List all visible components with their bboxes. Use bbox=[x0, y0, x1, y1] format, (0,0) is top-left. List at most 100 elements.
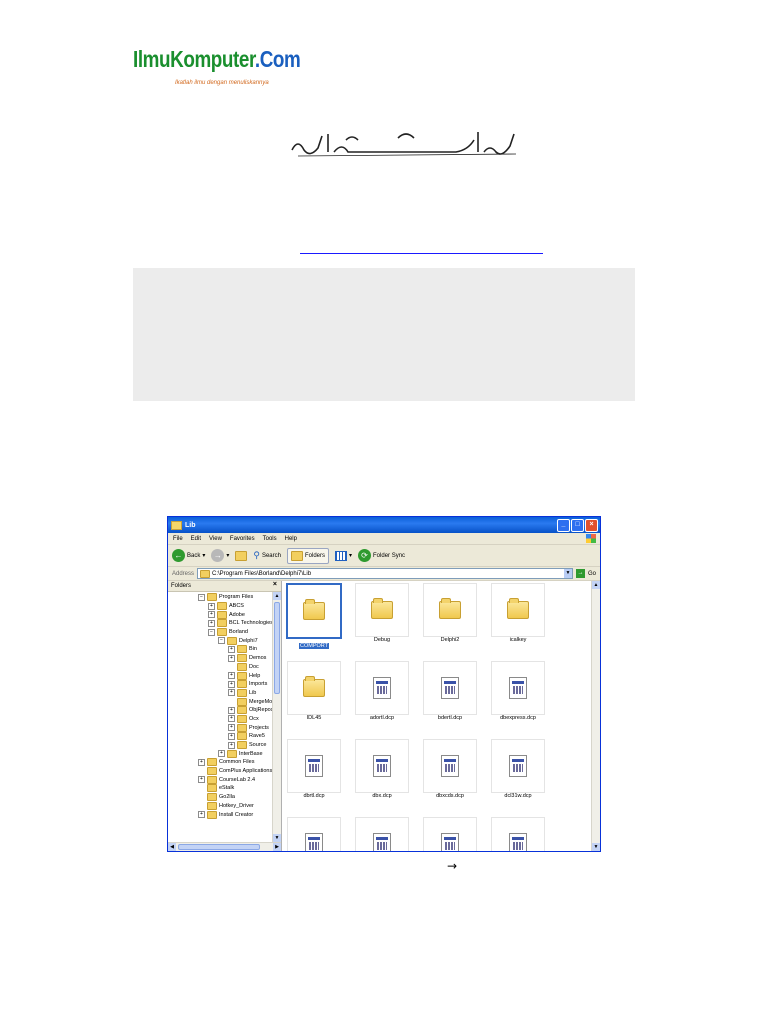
tree-item[interactable]: + BCL Technologies bbox=[168, 619, 272, 628]
tree-item[interactable]: + Bin bbox=[168, 645, 272, 654]
file-item[interactable]: dbrtl.dcp bbox=[284, 739, 344, 799]
file-item[interactable]: adortl.dcp bbox=[352, 661, 412, 721]
scroll-thumb[interactable] bbox=[178, 844, 260, 850]
tree-item[interactable]: + Ocx bbox=[168, 714, 272, 724]
expand-icon[interactable]: + bbox=[198, 811, 205, 819]
tree-item[interactable]: − Delphi7 bbox=[168, 636, 272, 645]
tree-item[interactable]: + Help bbox=[168, 671, 272, 680]
files-vertical-scrollbar[interactable]: ▲ ▼ bbox=[591, 581, 600, 851]
menu-tools[interactable]: Tools bbox=[263, 536, 277, 542]
window-titlebar[interactable]: Lib _ □ × bbox=[168, 517, 600, 533]
tree-item[interactable]: + Source bbox=[168, 741, 272, 750]
folders-button[interactable]: Folders bbox=[286, 547, 329, 564]
scroll-thumb[interactable] bbox=[274, 602, 280, 694]
tree-item[interactable]: − Borland bbox=[168, 628, 272, 637]
expand-icon[interactable]: + bbox=[228, 654, 235, 662]
tree-item[interactable]: eStalk bbox=[168, 784, 272, 793]
file-item[interactable]: dcl31w.dcp bbox=[488, 739, 548, 799]
scroll-up-icon[interactable]: ▲ bbox=[273, 592, 281, 600]
address-input[interactable]: C:\Program Files\Borland\Delphi7\Lib ▼ bbox=[197, 568, 573, 579]
folder-sync-button[interactable]: ⟳ Folder Sync bbox=[358, 549, 405, 562]
close-pane-icon[interactable]: × bbox=[273, 581, 277, 588]
tree-item[interactable]: Hotkey_Driver bbox=[168, 801, 272, 811]
folder-item[interactable]: IDL45 bbox=[284, 661, 344, 721]
scroll-down-icon[interactable]: ▼ bbox=[592, 843, 600, 851]
menu-help[interactable]: Help bbox=[285, 536, 297, 542]
tree-item[interactable]: + Common Files bbox=[168, 758, 272, 767]
file-item[interactable] bbox=[488, 817, 548, 851]
tree-item[interactable]: MergeMod bbox=[168, 697, 272, 706]
expand-icon[interactable]: + bbox=[198, 758, 205, 766]
collapse-icon[interactable]: − bbox=[208, 628, 215, 636]
up-button[interactable] bbox=[235, 550, 248, 561]
search-button[interactable]: ⚲ Search bbox=[253, 550, 281, 561]
tree-item[interactable]: Doc bbox=[168, 662, 272, 672]
expand-icon[interactable]: + bbox=[228, 689, 235, 697]
tree-item[interactable]: Go2lla bbox=[168, 793, 272, 802]
tree-item[interactable]: + Imports bbox=[168, 680, 272, 689]
tree-item[interactable]: + Rave5 bbox=[168, 732, 272, 741]
file-item[interactable] bbox=[420, 817, 480, 851]
views-button[interactable]: ▾ bbox=[335, 550, 352, 561]
expand-icon[interactable]: + bbox=[228, 715, 235, 723]
collapse-icon[interactable]: − bbox=[198, 593, 205, 601]
tree-item[interactable]: + ABCS bbox=[168, 602, 272, 611]
tree-item-label: Install Creator bbox=[219, 811, 254, 818]
tree-item[interactable]: − Program Files bbox=[168, 593, 272, 602]
tree-item[interactable]: + Adobe bbox=[168, 610, 272, 619]
expand-icon[interactable]: + bbox=[208, 602, 215, 610]
tree-item[interactable]: ComPlus Applications bbox=[168, 767, 272, 776]
tree-item[interactable]: + CourseLab 2.4 bbox=[168, 775, 272, 784]
tree-item[interactable]: + InterBase bbox=[168, 749, 272, 758]
back-button[interactable]: ← Back ▾ bbox=[172, 549, 205, 562]
expand-icon[interactable]: + bbox=[228, 672, 235, 680]
tree-item[interactable]: + Projects bbox=[168, 723, 272, 732]
folder-item[interactable]: Delphi2 bbox=[420, 583, 480, 643]
close-button[interactable]: × bbox=[585, 519, 598, 532]
file-item[interactable]: dbx.dcp bbox=[352, 739, 412, 799]
folder-item[interactable]: COMPORT bbox=[284, 583, 344, 649]
expand-icon[interactable]: + bbox=[208, 611, 215, 619]
menu-edit[interactable]: Edit bbox=[191, 536, 201, 542]
tree-item[interactable]: + Install Creator bbox=[168, 810, 272, 819]
expand-icon[interactable]: + bbox=[208, 619, 215, 627]
tree-item[interactable]: + ObjRepos bbox=[168, 706, 272, 715]
menu-file[interactable]: File bbox=[173, 536, 183, 542]
expand-icon[interactable]: + bbox=[198, 776, 205, 784]
file-item[interactable] bbox=[352, 817, 412, 851]
menu-favorites[interactable]: Favorites bbox=[230, 536, 255, 542]
collapse-icon[interactable]: − bbox=[218, 637, 225, 645]
folder-icon bbox=[217, 619, 227, 628]
expand-icon[interactable]: + bbox=[228, 680, 235, 688]
file-item[interactable]: bdertl.dcp bbox=[420, 661, 480, 721]
scroll-right-icon[interactable]: ▶ bbox=[273, 843, 281, 851]
expand-icon[interactable]: + bbox=[218, 750, 225, 758]
file-item[interactable] bbox=[284, 817, 344, 851]
file-item[interactable]: dbxcds.dcp bbox=[420, 739, 480, 799]
expand-icon[interactable]: + bbox=[228, 724, 235, 732]
tree-item[interactable]: + Lib bbox=[168, 688, 272, 698]
maximize-button[interactable]: □ bbox=[571, 519, 584, 532]
scroll-down-icon[interactable]: ▼ bbox=[273, 834, 281, 842]
tree-item[interactable]: + Demos bbox=[168, 654, 272, 663]
scroll-left-icon[interactable]: ◀ bbox=[168, 843, 176, 851]
tree-item-label: Ocx bbox=[249, 715, 259, 722]
expand-icon[interactable]: + bbox=[228, 741, 235, 749]
go-button[interactable]: Go bbox=[588, 571, 596, 577]
explorer-window: Lib _ □ × File Edit View Favorites Tools… bbox=[167, 516, 601, 852]
go-arrow-icon[interactable]: → bbox=[575, 569, 585, 578]
scroll-up-icon[interactable]: ▲ bbox=[592, 581, 600, 589]
menu-view[interactable]: View bbox=[209, 536, 222, 542]
folder-item[interactable]: Debug bbox=[352, 583, 412, 643]
chevron-down-icon[interactable]: ▼ bbox=[563, 569, 572, 578]
forward-button[interactable]: → ▾ bbox=[211, 549, 229, 562]
expand-icon[interactable]: + bbox=[228, 732, 235, 740]
tree-horizontal-scrollbar[interactable]: ◀ ▶ bbox=[168, 842, 281, 851]
folder-item[interactable]: icalkey bbox=[488, 583, 548, 643]
folder-icon bbox=[217, 628, 227, 637]
expand-icon[interactable]: + bbox=[228, 706, 235, 714]
minimize-button[interactable]: _ bbox=[557, 519, 570, 532]
file-item[interactable]: dbexpress.dcp bbox=[488, 661, 548, 721]
expand-icon[interactable]: + bbox=[228, 645, 235, 653]
tree-vertical-scrollbar[interactable]: ▲ ▼ bbox=[272, 592, 281, 842]
